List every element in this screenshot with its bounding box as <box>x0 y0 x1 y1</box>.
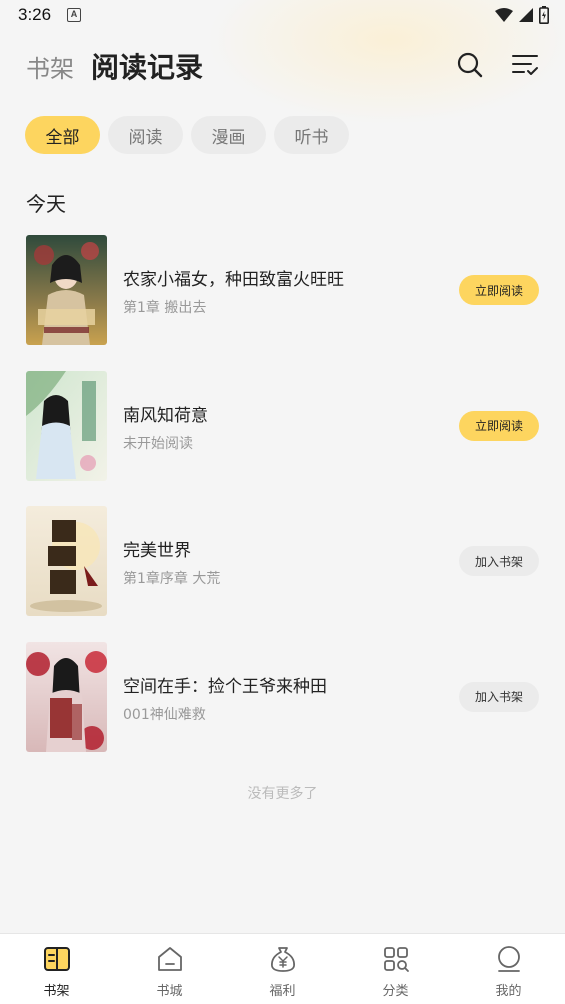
book-progress: 未开始阅读 <box>123 435 193 452</box>
list-check-icon <box>512 55 538 75</box>
nav-item-rewards[interactable]: 福利 <box>226 934 339 1004</box>
search-button[interactable] <box>455 50 485 80</box>
read-now-button[interactable]: 立即阅读 <box>459 410 539 441</box>
book-title: 农家小福女，种田致富火旺旺 <box>123 270 344 290</box>
book-progress: 第1章序章 大荒 <box>123 571 221 587</box>
search-icon <box>457 52 483 78</box>
status-bar: 3:26 A <box>0 0 565 32</box>
nav-item-bookshelf[interactable]: 书架 <box>0 934 113 1004</box>
money-bag-icon <box>270 947 295 972</box>
add-to-shelf-button[interactable]: 加入书架 <box>459 681 539 712</box>
tab-bookshelf[interactable]: 书架 <box>26 49 74 84</box>
book-cover[interactable] <box>26 370 107 481</box>
nav-label-rewards: 福利 <box>269 984 296 999</box>
nav-label-profile: 我的 <box>495 984 522 999</box>
manage-button[interactable] <box>510 50 540 80</box>
read-now-button[interactable]: 立即阅读 <box>459 275 539 305</box>
list-item[interactable]: 完美世界 第1章序章 大荒 加入书架 <box>0 506 565 642</box>
profile-icon <box>497 946 520 972</box>
nav-item-store[interactable]: 书城 <box>113 934 226 1004</box>
wifi-icon <box>495 8 513 22</box>
nav-label-bookshelf: 书架 <box>43 984 70 999</box>
status-icons <box>495 6 549 24</box>
book-cover[interactable] <box>26 641 107 752</box>
list-item[interactable]: 空间在手：捡个王爷来种田 001神仙难救 加入书架 <box>0 641 565 778</box>
signal-icon <box>519 8 533 22</box>
book-cover[interactable] <box>26 506 107 616</box>
filter-chip-comics[interactable]: 漫画 <box>191 116 266 154</box>
nav-label-store: 书城 <box>156 984 183 999</box>
book-list: 农家小福女，种田致富火旺旺 第1章 搬出去 立即阅读 南风知荷意 未开始阅读 立… <box>0 235 565 777</box>
book-title: 完美世界 <box>123 541 191 561</box>
nav-item-profile[interactable]: 我的 <box>452 934 565 1004</box>
status-time: 3:26 <box>18 5 52 24</box>
battery-icon <box>539 6 549 24</box>
book-title: 南风知荷意 <box>123 405 208 426</box>
bookshelf-icon <box>43 947 70 971</box>
bottom-nav: 书架 书城 福利 分类 我的 <box>0 933 565 1004</box>
nav-label-categories: 分类 <box>382 984 409 999</box>
filter-chip-reading[interactable]: 阅读 <box>108 116 183 154</box>
book-progress: 第1章 搬出去 <box>123 300 207 316</box>
section-title-today: 今天 <box>26 192 66 216</box>
no-more-label: 没有更多了 <box>247 786 318 802</box>
filter-chips: 全部 阅读 漫画 听书 <box>25 116 349 154</box>
list-item[interactable]: 南风知荷意 未开始阅读 立即阅读 <box>0 370 565 507</box>
category-grid-icon <box>383 947 409 972</box>
store-icon <box>157 947 182 971</box>
list-item[interactable]: 农家小福女，种田致富火旺旺 第1章 搬出去 立即阅读 <box>0 235 565 371</box>
filter-chip-audio[interactable]: 听书 <box>274 116 349 154</box>
header: 书架 阅读记录 <box>0 40 565 90</box>
filter-chip-all[interactable]: 全部 <box>25 116 100 154</box>
status-a-icon: A <box>67 8 81 22</box>
tab-reading-history[interactable]: 阅读记录 <box>91 46 203 86</box>
add-to-shelf-button[interactable]: 加入书架 <box>459 546 539 576</box>
book-title: 空间在手：捡个王爷来种田 <box>123 676 327 697</box>
nav-item-categories[interactable]: 分类 <box>339 934 452 1004</box>
book-cover[interactable] <box>26 235 107 345</box>
book-progress: 001神仙难救 <box>123 706 206 723</box>
